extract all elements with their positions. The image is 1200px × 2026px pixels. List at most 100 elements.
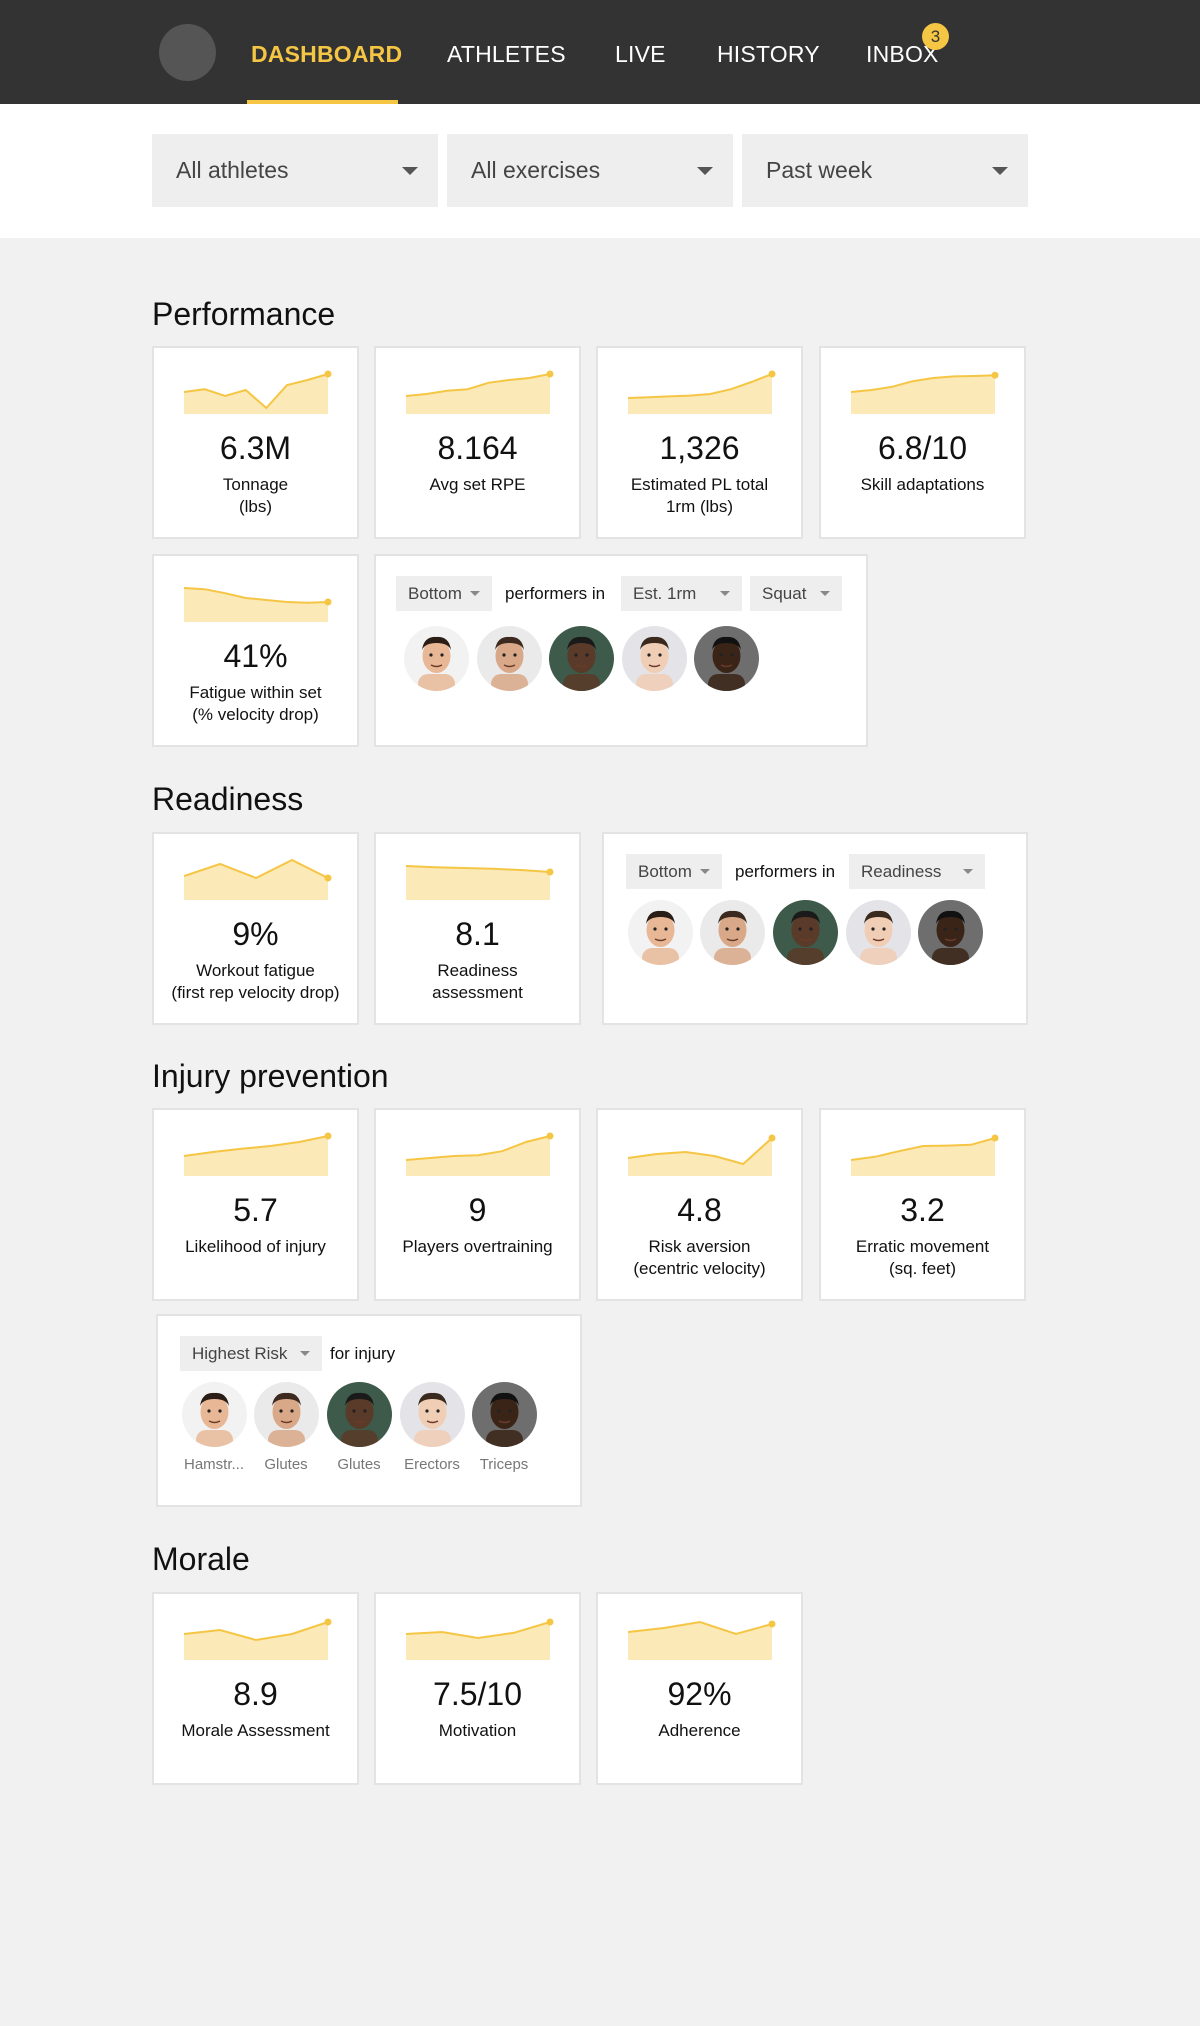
- athlete-avatar[interactable]: [918, 900, 983, 965]
- athlete-photo: [700, 900, 765, 965]
- metric-card-motivation[interactable]: 7.5/10 Motivation: [374, 1592, 581, 1785]
- metric-label: Readiness assessment: [432, 961, 523, 1002]
- metric-card-readiness-assessment[interactable]: 8.1 Readiness assessment: [374, 832, 581, 1025]
- sparkline-endpoint: [546, 1132, 554, 1140]
- metric-value: 9%: [232, 916, 279, 952]
- metric-value: 8.1: [455, 916, 500, 952]
- metric-card-workout-fatigue[interactable]: 9% Workout fatigue (first rep velocity dr…: [152, 832, 359, 1025]
- metric-card-fatigue-within-set[interactable]: 41% Fatigue within set (% velocity drop): [152, 554, 359, 747]
- readiness-rank-dropdown[interactable]: Bottom: [626, 854, 722, 889]
- exercises-filter-select[interactable]: All exercises: [447, 134, 733, 207]
- athlete-avatar[interactable]: [700, 900, 765, 965]
- nav-history[interactable]: HISTORY: [717, 0, 820, 104]
- metric-value: 6.8/10: [878, 430, 967, 466]
- sparkline-chart: [406, 1618, 554, 1660]
- nav-inbox[interactable]: INBOX: [866, 0, 939, 104]
- metric-card-morale-assessment[interactable]: 8.9 Morale Assessment: [152, 1592, 359, 1785]
- performers-in-label: performers in: [735, 862, 836, 881]
- nav-athletes[interactable]: ATHLETES: [447, 0, 566, 104]
- filter-bar: All athletes All exercises Past week: [0, 104, 1200, 238]
- risk-rank-value: Highest Risk: [192, 1344, 288, 1363]
- sparkline-chart: [406, 1132, 554, 1176]
- athlete-avatar[interactable]: [622, 626, 687, 691]
- sparkline-endpoint: [324, 1618, 332, 1626]
- sparkline-endpoint: [324, 370, 332, 378]
- athlete-avatar[interactable]: [846, 900, 911, 965]
- metric-card-skill-adaptations[interactable]: 6.8/10 Skill adaptations: [819, 346, 1026, 539]
- athlete-avatar[interactable]: [549, 626, 614, 691]
- sparkline-chart: [184, 587, 332, 622]
- sparkline-endpoint: [768, 1134, 776, 1142]
- for-injury-label: for injury: [330, 1344, 396, 1363]
- athlete-avatar[interactable]: [694, 626, 759, 691]
- sparkline-endpoint: [546, 1618, 554, 1626]
- sparkline-endpoint: [768, 1620, 776, 1628]
- athlete-avatar[interactable]: [327, 1382, 392, 1447]
- metric-value: 41%: [223, 638, 288, 674]
- metric-label: Workout fatigue (first rep velocity drop…: [171, 961, 340, 1002]
- athlete-photo: [773, 900, 838, 965]
- athletes-filter-select[interactable]: All athletes: [152, 134, 438, 207]
- sparkline-chart: [406, 865, 554, 900]
- sparkline-endpoint: [324, 874, 332, 882]
- athlete-avatar[interactable]: [628, 900, 693, 965]
- readiness-metric-dropdown[interactable]: Readiness: [849, 854, 985, 889]
- athlete-avatar[interactable]: [477, 626, 542, 691]
- sparkline-endpoint: [991, 371, 999, 379]
- metric-label: Players overtraining: [402, 1237, 553, 1256]
- injury-risk-card: Highest Risk for injury Hamstr... Glutes…: [156, 1314, 582, 1507]
- athlete-photo: [694, 626, 759, 691]
- nav-dashboard[interactable]: DASHBOARD: [251, 0, 402, 104]
- performer-metric-dropdown[interactable]: Est. 1rm: [621, 576, 742, 611]
- period-filter-value: Past week: [766, 157, 873, 183]
- sparkline-chart: [184, 1132, 332, 1176]
- readiness-performers-card: Bottom performers in Readiness: [602, 832, 1028, 1025]
- metric-card-estimated-pl-total[interactable]: 1,326 Estimated PL total 1rm (lbs): [596, 346, 803, 539]
- sparkline-chart: [184, 370, 332, 414]
- nav-live[interactable]: LIVE: [615, 0, 666, 104]
- performer-rank-value: Bottom: [408, 584, 462, 603]
- metric-card-tonnage[interactable]: 6.3M Tonnage (lbs): [152, 346, 359, 539]
- chevron-down-icon: [700, 869, 710, 874]
- metric-value: 92%: [667, 1676, 732, 1712]
- athlete-avatar[interactable]: [182, 1382, 247, 1447]
- metric-card-risk-aversion[interactable]: 4.8 Risk aversion (ecentric velocity): [596, 1108, 803, 1301]
- athlete-avatar[interactable]: [472, 1382, 537, 1447]
- athlete-avatar[interactable]: [404, 626, 469, 691]
- sparkline-chart: [851, 1134, 999, 1176]
- sparkline-chart: [628, 1620, 776, 1660]
- metric-card-players-overtraining[interactable]: 9 Players overtraining: [374, 1108, 581, 1301]
- metric-card-likelihood-of-injury[interactable]: 5.7 Likelihood of injury: [152, 1108, 359, 1301]
- sparkline-chart: [184, 1618, 332, 1660]
- athlete-photo: [549, 626, 614, 691]
- metric-label: Avg set RPE: [429, 475, 526, 494]
- sparkline-endpoint: [324, 598, 332, 606]
- metric-label: Erratic movement (sq. feet): [855, 1237, 990, 1278]
- metric-label: Motivation: [438, 1721, 517, 1740]
- metric-label: Morale Assessment: [181, 1721, 330, 1740]
- metric-card-adherence[interactable]: 92% Adherence: [596, 1592, 803, 1785]
- section-title-injury-prevention: Injury prevention: [152, 1058, 389, 1094]
- period-filter-select[interactable]: Past week: [742, 134, 1028, 207]
- metric-value: 5.7: [233, 1192, 278, 1228]
- athlete-avatar[interactable]: [400, 1382, 465, 1447]
- metric-label: Risk aversion (ecentric velocity): [633, 1237, 766, 1278]
- performer-exercise-dropdown[interactable]: Squat: [750, 576, 842, 611]
- risk-area-caption: Triceps: [479, 1456, 529, 1473]
- sparkline-endpoint: [546, 370, 554, 378]
- metric-card-erratic-movement[interactable]: 3.2 Erratic movement (sq. feet): [819, 1108, 1026, 1301]
- athlete-avatar[interactable]: [254, 1382, 319, 1447]
- athlete-photo: [182, 1382, 247, 1447]
- risk-rank-dropdown[interactable]: Highest Risk: [180, 1336, 322, 1371]
- user-avatar[interactable]: [159, 24, 216, 81]
- athlete-photo: [400, 1382, 465, 1447]
- risk-area-caption: Hamstr...: [183, 1456, 244, 1473]
- metric-card-avg-set-rpe[interactable]: 8.164 Avg set RPE: [374, 346, 581, 539]
- metric-label: Estimated PL total 1rm (lbs): [630, 475, 769, 516]
- performer-rank-dropdown[interactable]: Bottom: [396, 576, 492, 611]
- metric-value: 8.164: [437, 430, 518, 466]
- exercises-filter-value: All exercises: [471, 157, 601, 183]
- metric-value: 8.9: [233, 1676, 278, 1712]
- performers-in-label: performers in: [505, 584, 606, 603]
- athlete-avatar[interactable]: [773, 900, 838, 965]
